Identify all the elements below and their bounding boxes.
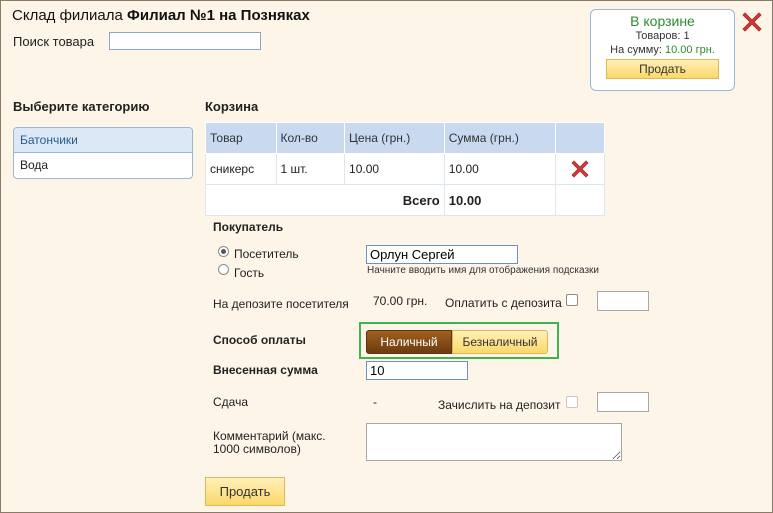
to-deposit-label: Зачислить на депозит bbox=[438, 398, 561, 412]
cart-heading: Корзина bbox=[205, 99, 259, 114]
cell-sum: 10.00 bbox=[443, 153, 556, 185]
change-value: - bbox=[373, 395, 377, 409]
col-product: Товар bbox=[205, 122, 277, 154]
cell-qty: 1 шт. bbox=[275, 153, 346, 185]
mini-cart-sum-value: 10.00 грн. bbox=[665, 44, 715, 56]
search-input[interactable] bbox=[109, 32, 261, 50]
buyer-heading: Покупатель bbox=[213, 220, 284, 234]
paid-amount-label: Внесенная сумма bbox=[213, 363, 318, 377]
to-deposit-amount-input[interactable] bbox=[597, 392, 649, 412]
page-title: Склад филиала Филиал №1 на Позняках bbox=[12, 7, 310, 24]
mini-cart-sum: На сумму: 10.00 грн. bbox=[591, 43, 734, 57]
delete-x-icon[interactable] bbox=[569, 158, 591, 180]
table-row: сникерс 1 шт. 10.00 10.00 bbox=[205, 153, 606, 185]
radio-visitor-label: Посетитель bbox=[234, 247, 299, 261]
col-sum: Сумма (грн.) bbox=[443, 122, 556, 154]
change-label: Сдача bbox=[213, 395, 249, 409]
pay-from-deposit-label: Оплатить с депозита bbox=[445, 296, 562, 310]
cart-total-row: Всего 10.00 bbox=[205, 184, 606, 216]
col-price: Цена (грн.) bbox=[344, 122, 445, 154]
payment-cash-button[interactable]: Наличный bbox=[366, 330, 452, 354]
mini-cart-items: Товаров: 1 bbox=[635, 30, 690, 42]
comment-label-line1: Комментарий (макс. bbox=[213, 429, 326, 443]
total-empty bbox=[554, 184, 606, 216]
pay-from-deposit-checkbox[interactable] bbox=[566, 294, 578, 306]
total-label: Всего bbox=[205, 184, 445, 216]
comment-textarea[interactable] bbox=[366, 423, 622, 461]
paid-amount-input[interactable] bbox=[366, 361, 468, 380]
mini-cart: В корзине Товаров: 1 На сумму: 10.00 грн… bbox=[590, 9, 735, 91]
payment-method-group: Наличный Безналичный bbox=[359, 322, 559, 359]
search-label: Поиск товара bbox=[13, 34, 95, 49]
comment-label-line2: 1000 символов) bbox=[213, 442, 301, 456]
payment-method-label: Способ оплаты bbox=[213, 333, 306, 347]
close-icon[interactable] bbox=[739, 9, 765, 35]
total-value: 10.00 bbox=[443, 184, 556, 216]
cell-price: 10.00 bbox=[344, 153, 445, 185]
title-prefix: Склад филиала bbox=[12, 7, 123, 24]
radio-guest-label: Гость bbox=[234, 266, 265, 280]
title-branch: Филиал №1 на Позняках bbox=[127, 7, 310, 24]
col-actions bbox=[554, 122, 606, 154]
mini-cart-sell-button[interactable]: Продать bbox=[606, 59, 719, 79]
cart-header-row: Товар Кол-во Цена (грн.) Сумма (грн.) bbox=[205, 122, 606, 154]
warehouse-dialog: Склад филиала Филиал №1 на Позняках Поис… bbox=[0, 0, 773, 513]
deposit-label: На депозите посетителя bbox=[213, 297, 349, 311]
cell-product: сникерс bbox=[205, 153, 277, 185]
buyer-name-hint: Начните вводить имя для отображения подс… bbox=[367, 265, 600, 276]
buyer-name-input[interactable] bbox=[366, 245, 518, 264]
deposit-amount-input[interactable] bbox=[597, 291, 649, 311]
mini-cart-sum-label: На сумму: bbox=[610, 44, 662, 56]
category-item-water[interactable]: Вода bbox=[14, 153, 192, 178]
radio-visitor[interactable] bbox=[218, 246, 229, 257]
col-qty: Кол-во bbox=[275, 122, 346, 154]
sell-button[interactable]: Продать bbox=[205, 477, 285, 506]
category-list: Батончики Вода bbox=[13, 127, 193, 179]
mini-cart-title: В корзине bbox=[630, 13, 695, 29]
to-deposit-checkbox[interactable] bbox=[566, 396, 578, 408]
radio-guest[interactable] bbox=[218, 264, 229, 275]
cart-table: Товар Кол-во Цена (грн.) Сумма (грн.) сн… bbox=[205, 122, 606, 216]
deposit-value: 70.00 грн. bbox=[373, 294, 428, 308]
category-heading: Выберите категорию bbox=[13, 99, 150, 114]
payment-card-button[interactable]: Безналичный bbox=[452, 330, 548, 354]
category-item-bars[interactable]: Батончики bbox=[14, 128, 192, 153]
cell-delete bbox=[554, 153, 606, 185]
